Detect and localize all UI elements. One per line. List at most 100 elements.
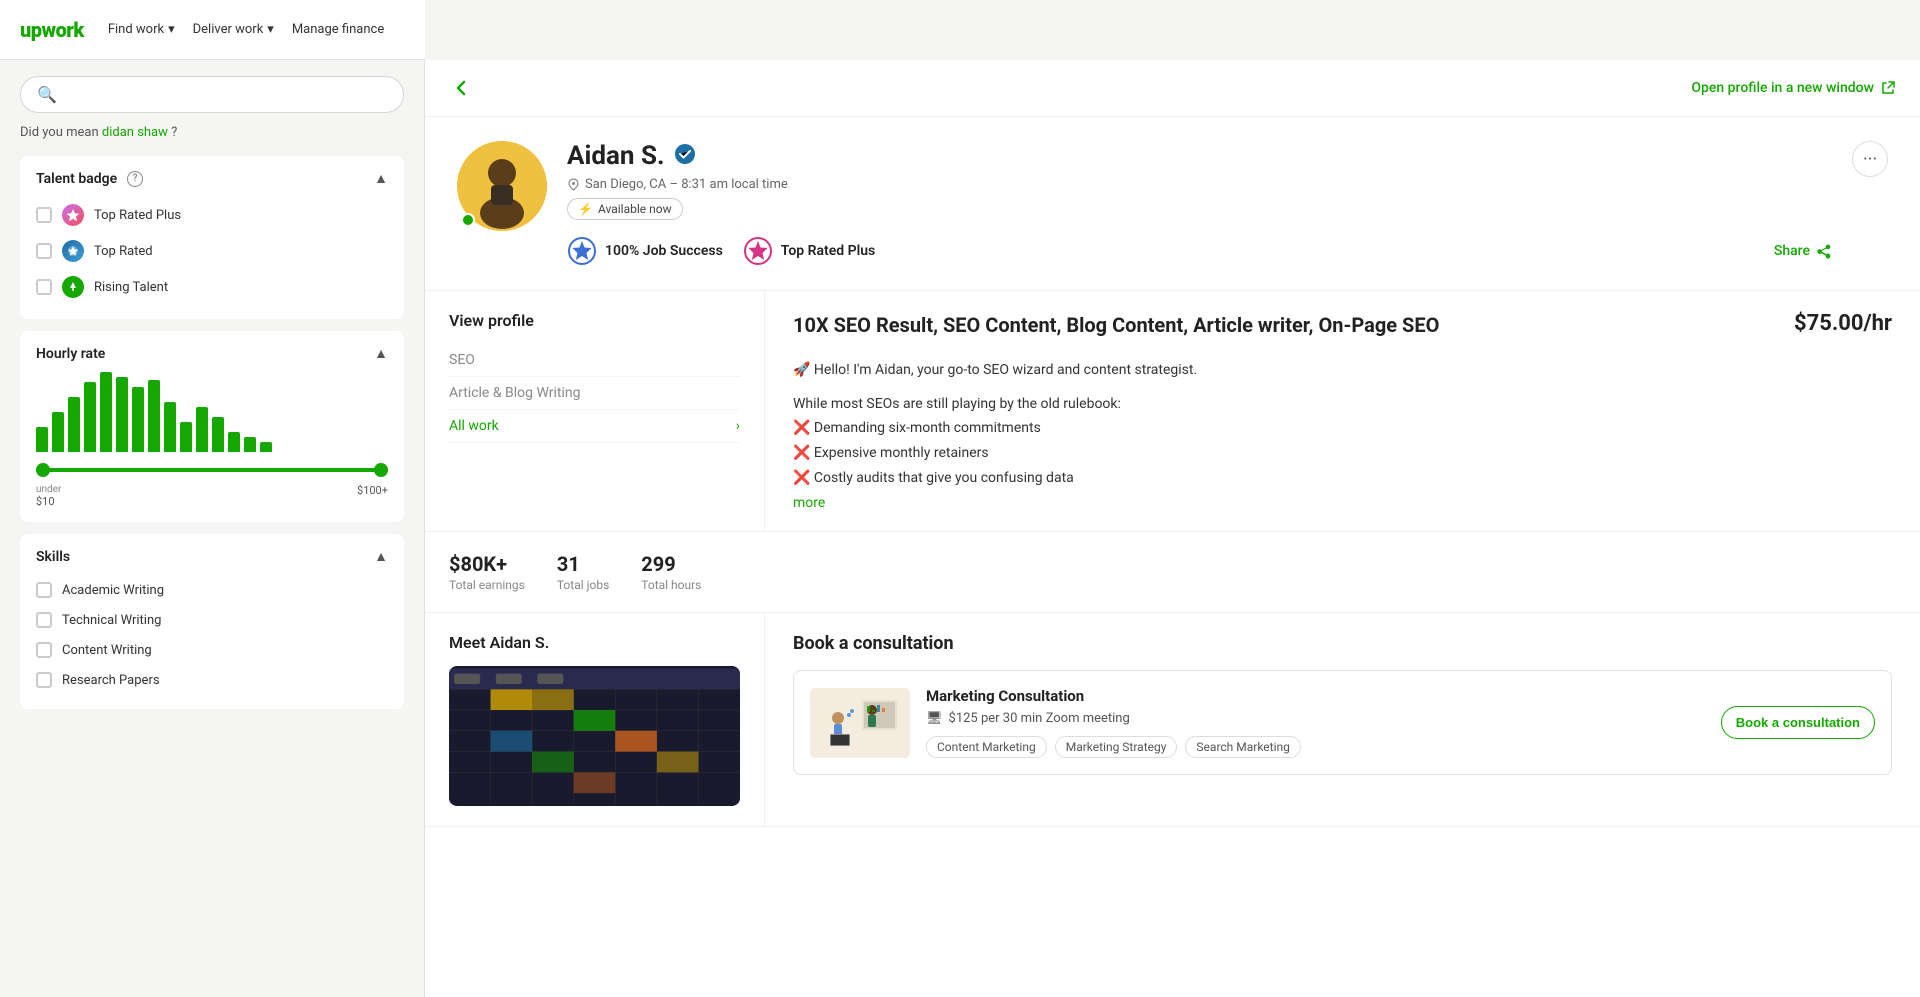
meet-title: Meet Aidan S. <box>449 633 740 652</box>
profile-card: Aidan S. San Diego, CA – 8:31 am local t… <box>425 117 1920 291</box>
hourly-rate-chart <box>36 372 388 452</box>
stat-hours: 299 Total hours <box>641 552 701 592</box>
filter-item-top-rated-plus: Top Rated Plus <box>36 197 388 233</box>
lightning-icon: ⚡ <box>578 202 593 216</box>
nav-manage-finance[interactable]: Manage finance <box>292 22 384 37</box>
pain-point-3: ❌ Costly audits that give you confusing … <box>793 466 1892 491</box>
filter-item-research-papers: Research Papers <box>36 665 388 695</box>
consult-price: 🖥 $125 per 30 min Zoom meeting <box>926 711 1705 726</box>
view-profile-title: View profile <box>449 311 740 330</box>
nav-deliver-work[interactable]: Deliver work ▾ <box>193 22 274 37</box>
did-you-mean: Did you mean didan shaw ? <box>20 125 404 140</box>
filter-item-rising-talent: Rising Talent <box>36 269 388 305</box>
nav-links: Find work ▾ Deliver work ▾ Manage financ… <box>108 22 384 37</box>
video-thumbnail[interactable] <box>449 666 740 806</box>
monitor-icon: 🖥 <box>926 711 943 726</box>
filter-item-content-writing: Content Writing <box>36 635 388 665</box>
sidebar: 🔍 aidan shaw Did you mean didan shaw ? T… <box>0 60 425 997</box>
skills-filter: Skills ▲ Academic Writing Technical Writ… <box>20 534 404 709</box>
profile-info: Aidan S. San Diego, CA – 8:31 am local t… <box>567 141 1832 266</box>
search-input[interactable]: aidan shaw <box>63 87 387 103</box>
nav-find-work[interactable]: Find work ▾ <box>108 22 175 37</box>
content-writing-checkbox[interactable] <box>36 642 52 658</box>
consultation-illustration <box>810 688 910 758</box>
share-button[interactable]: Share <box>1774 243 1832 259</box>
rising-talent-checkbox[interactable] <box>36 279 52 295</box>
verified-icon <box>675 144 695 169</box>
view-profile-panel: View profile SEO Article & Blog Writing … <box>425 291 765 531</box>
profile-nav-seo[interactable]: SEO <box>449 344 740 377</box>
chart-bar <box>100 372 112 452</box>
range-handle-left[interactable] <box>36 463 50 477</box>
talent-badge-header[interactable]: Talent badge ? ▲ <box>36 170 388 187</box>
profile-nav-article-writing[interactable]: Article & Blog Writing <box>449 377 740 410</box>
tag-content-marketing: Content Marketing <box>926 736 1047 758</box>
academic-writing-checkbox[interactable] <box>36 582 52 598</box>
profile-content: View profile SEO Article & Blog Writing … <box>425 291 1920 532</box>
profile-nav-all-work[interactable]: All work › <box>449 410 740 443</box>
hourly-rate-header[interactable]: Hourly rate ▲ <box>36 345 388 362</box>
bio-intro: 🚀 Hello! I'm Aidan, your go-to SEO wizar… <box>793 359 1892 381</box>
top-rated-checkbox[interactable] <box>36 243 52 259</box>
chevron-down-icon: ▾ <box>267 22 274 37</box>
did-you-mean-link[interactable]: didan shaw <box>102 125 168 140</box>
search-icon: 🔍 <box>37 85 57 104</box>
range-labels: under $10 $100+ <box>36 484 388 508</box>
skills-header[interactable]: Skills ▲ <box>36 548 388 565</box>
hourly-rate-slider[interactable] <box>36 460 388 480</box>
meet-right: Book a consultation <box>765 613 1920 826</box>
earnings-label: Total earnings <box>449 578 525 592</box>
rising-talent-label: Rising Talent <box>94 280 168 295</box>
book-section: Book a consultation <box>793 633 1892 775</box>
chart-bar <box>260 442 272 452</box>
available-badge: ⚡ Available now <box>567 198 683 220</box>
bio-para: While most SEOs are still playing by the… <box>793 393 1892 415</box>
job-success-text: 100% Job Success <box>605 243 723 259</box>
chart-bar <box>36 427 48 452</box>
chart-bar <box>148 380 160 452</box>
consultation-card: Marketing Consultation 🖥 $125 per 30 min… <box>793 670 1892 775</box>
collapse-icon: ▲ <box>374 548 388 565</box>
book-consultation-button[interactable]: Book a consultation <box>1721 706 1875 739</box>
avatar-wrap <box>457 141 547 231</box>
hours-value: 299 <box>641 552 701 576</box>
chevron-right-icon: › <box>736 418 740 434</box>
chart-bar <box>84 382 96 452</box>
profile-name: Aidan S. <box>567 141 1832 171</box>
talent-badge-filter: Talent badge ? ▲ Top Rated Plus Top Rate… <box>20 156 404 319</box>
search-bar[interactable]: 🔍 aidan shaw <box>20 76 404 113</box>
tag-marketing-strategy: Marketing Strategy <box>1055 736 1178 758</box>
range-track <box>36 468 388 472</box>
jobs-label: Total jobs <box>557 578 609 592</box>
pain-point-1: ❌ Demanding six-month commitments <box>793 416 1892 441</box>
chart-bar <box>132 387 144 452</box>
job-rate: $75.00/hr <box>1794 311 1892 336</box>
range-handle-right[interactable] <box>374 463 388 477</box>
research-papers-label: Research Papers <box>62 673 160 688</box>
hourly-rate-title: Hourly rate <box>36 346 105 362</box>
open-profile-link[interactable]: Open profile in a new window <box>1691 80 1896 96</box>
job-success-badge: 100% Job Success <box>567 236 723 266</box>
hourly-rate-filter: Hourly rate ▲ <box>20 331 404 522</box>
stats-row: $80K+ Total earnings 31 Total jobs 299 T… <box>425 532 1920 613</box>
more-options-button[interactable]: ··· <box>1852 141 1888 177</box>
book-title: Book a consultation <box>793 633 1892 654</box>
chart-bar <box>180 422 192 452</box>
top-navigation: upwork Find work ▾ Deliver work ▾ Manage… <box>0 0 425 60</box>
back-button[interactable] <box>449 76 473 100</box>
more-link[interactable]: more <box>793 495 1892 511</box>
jobs-value: 31 <box>557 552 609 576</box>
pain-point-2: ❌ Expensive monthly retainers <box>793 441 1892 466</box>
panel-header: Open profile in a new window <box>425 60 1920 117</box>
consult-title: Marketing Consultation <box>926 687 1705 705</box>
top-rated-plus-checkbox[interactable] <box>36 207 52 223</box>
profile-panel: Open profile in a new window <box>425 60 1920 997</box>
job-description-panel: 10X SEO Result, SEO Content, Blog Conten… <box>765 291 1920 531</box>
technical-writing-checkbox[interactable] <box>36 612 52 628</box>
profile-location: San Diego, CA – 8:31 am local time <box>567 177 1832 192</box>
stat-jobs: 31 Total jobs <box>557 552 609 592</box>
research-papers-checkbox[interactable] <box>36 672 52 688</box>
chart-bar <box>196 407 208 452</box>
collapse-icon: ▲ <box>374 345 388 362</box>
top-rated-icon <box>62 240 84 262</box>
